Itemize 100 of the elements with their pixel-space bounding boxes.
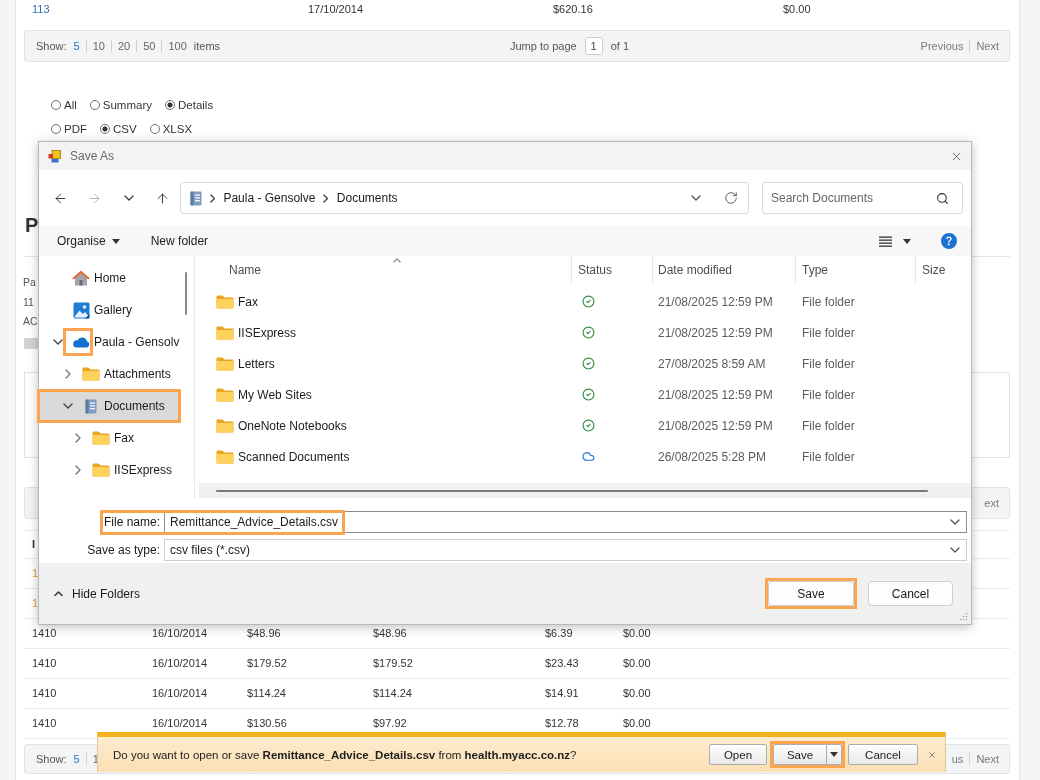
search-field[interactable]: Search Documents xyxy=(762,182,963,214)
table-cell-text: $620.16 xyxy=(553,3,593,17)
breadcrumb-item[interactable]: Documents xyxy=(336,191,398,205)
table-cell: $179.52 xyxy=(373,657,413,669)
page-number-field[interactable]: 1 xyxy=(584,37,603,55)
chevron-right-icon[interactable] xyxy=(75,465,81,475)
organise-button[interactable]: Organise xyxy=(57,234,120,248)
chevron-right-icon[interactable] xyxy=(323,193,329,203)
chevron-down-icon[interactable] xyxy=(950,519,960,525)
column-header[interactable]: Date modified xyxy=(653,256,796,284)
file-name[interactable]: IISExpress xyxy=(238,325,297,340)
file-type-text: File folder xyxy=(802,356,855,371)
previous-link[interactable]: us xyxy=(951,752,964,765)
chevron-down-icon[interactable] xyxy=(123,195,134,201)
next-link[interactable]: ext xyxy=(984,496,999,509)
date-modified-text: 27/08/2025 8:59 AM xyxy=(658,356,766,371)
chevron-down-icon[interactable] xyxy=(53,339,63,345)
refresh-icon[interactable] xyxy=(724,191,738,205)
save-button[interactable]: Save xyxy=(773,744,827,765)
radio-icon[interactable] xyxy=(100,124,110,134)
table-cell: 16/10/2014 xyxy=(152,687,208,699)
page-size-link[interactable]: 100 xyxy=(168,40,187,52)
bar-button[interactable]: Open xyxy=(709,744,767,765)
pager-label: Jump to page xyxy=(510,40,577,52)
nav-tree-item[interactable]: Gallery xyxy=(40,296,178,324)
document-icon xyxy=(85,398,97,414)
chevron-down-icon[interactable] xyxy=(950,547,960,553)
cloud-icon xyxy=(72,336,90,348)
nav-tree-item[interactable]: Home xyxy=(40,264,178,292)
home-icon xyxy=(72,270,90,286)
radio-option[interactable]: XLSX xyxy=(149,123,193,135)
chevron-right-icon[interactable] xyxy=(75,433,81,443)
radio-option[interactable]: Summary xyxy=(89,99,152,111)
save-button[interactable]: Save xyxy=(768,581,854,606)
column-header[interactable]: Type xyxy=(796,256,916,284)
column-header[interactable]: Name xyxy=(199,256,572,284)
resize-grip-icon xyxy=(959,612,968,621)
nav-tree-item[interactable]: Attachments xyxy=(40,360,178,388)
radio-option[interactable]: All xyxy=(51,99,77,111)
nav-tree-item[interactable]: Documents xyxy=(40,392,178,420)
pager-label: Show: xyxy=(36,752,67,765)
file-name[interactable]: Scanned Documents xyxy=(238,449,350,464)
chevron-right-icon[interactable] xyxy=(210,193,216,203)
file-type-text: File folder xyxy=(802,449,855,464)
dropdown-button[interactable] xyxy=(827,744,842,765)
nav-tree-item[interactable]: Fax xyxy=(40,424,178,452)
file-name[interactable]: Letters xyxy=(238,356,275,371)
page-size-link[interactable]: 5 xyxy=(73,752,80,765)
file-name[interactable]: OneNote Notebooks xyxy=(238,418,347,433)
hide-folders-button[interactable]: Hide Folders xyxy=(54,586,141,601)
pager-label: of 1 xyxy=(610,40,629,52)
date-modified-text: 26/08/2025 5:28 PM xyxy=(658,449,767,464)
table-cell: 1 xyxy=(32,597,39,609)
table-cell: 1410 xyxy=(32,657,57,669)
nav-tree-item[interactable]: Paula - Gensolv xyxy=(40,328,178,356)
help-icon[interactable] xyxy=(941,233,957,249)
chevron-right-icon[interactable] xyxy=(65,369,71,379)
address-bar[interactable]: Paula - Gensolve Documents xyxy=(180,182,749,214)
radio-icon[interactable] xyxy=(89,100,100,110)
radio-icon[interactable] xyxy=(165,100,175,110)
column-header[interactable]: Size xyxy=(916,256,971,284)
view-options-button[interactable] xyxy=(879,235,911,247)
breadcrumb-item[interactable]: Paula - Gensolve xyxy=(223,191,316,205)
table-cell: $114.24 xyxy=(373,687,412,699)
date-modified-text: 21/08/2025 12:59 PM xyxy=(658,418,773,433)
page-size-link[interactable]: 20 xyxy=(117,40,131,52)
table-cell: 16/10/2014 xyxy=(152,657,208,669)
folder-icon xyxy=(82,367,100,381)
radio-icon[interactable] xyxy=(51,100,61,110)
nav-tree-item[interactable]: IISExpress xyxy=(40,456,178,484)
page-size-link[interactable]: 5 xyxy=(73,40,80,52)
bar-button[interactable]: Cancel xyxy=(848,744,918,765)
radio-option[interactable]: Details xyxy=(165,99,214,111)
search-icon[interactable] xyxy=(936,191,949,205)
column-header[interactable]: Status xyxy=(572,256,653,284)
file-type-dropdown[interactable]: csv files (*.csv) xyxy=(164,539,967,561)
chevron-down-icon[interactable] xyxy=(691,195,701,201)
radio-option[interactable]: CSV xyxy=(100,123,137,135)
detail-text: AC xyxy=(23,314,38,329)
table-cell: $12.78 xyxy=(545,717,579,729)
new-folder-button[interactable]: New folder xyxy=(150,234,209,248)
column-header: I xyxy=(32,538,36,550)
page-size-link[interactable]: 10 xyxy=(92,40,105,52)
file-name[interactable]: Fax xyxy=(238,294,258,309)
folder-icon xyxy=(216,418,234,433)
next-link[interactable]: Next xyxy=(976,752,999,765)
previous-link[interactable]: Previous xyxy=(920,40,964,52)
close-icon[interactable] xyxy=(927,749,937,760)
next-link[interactable]: Next xyxy=(976,40,999,52)
file-type-text: File folder xyxy=(802,387,855,402)
cancel-button[interactable]: Cancel xyxy=(868,581,953,606)
file-name[interactable]: My Web Sites xyxy=(238,387,312,402)
radio-icon[interactable] xyxy=(149,124,160,134)
radio-option[interactable]: PDF xyxy=(51,123,87,135)
chevron-up-icon[interactable] xyxy=(54,590,63,597)
table-link[interactable]: 113 xyxy=(32,3,50,20)
table-cell: $48.96 xyxy=(373,627,407,639)
chevron-down-icon[interactable] xyxy=(63,403,73,409)
radio-icon[interactable] xyxy=(51,124,61,134)
page-size-link[interactable]: 50 xyxy=(143,40,156,52)
